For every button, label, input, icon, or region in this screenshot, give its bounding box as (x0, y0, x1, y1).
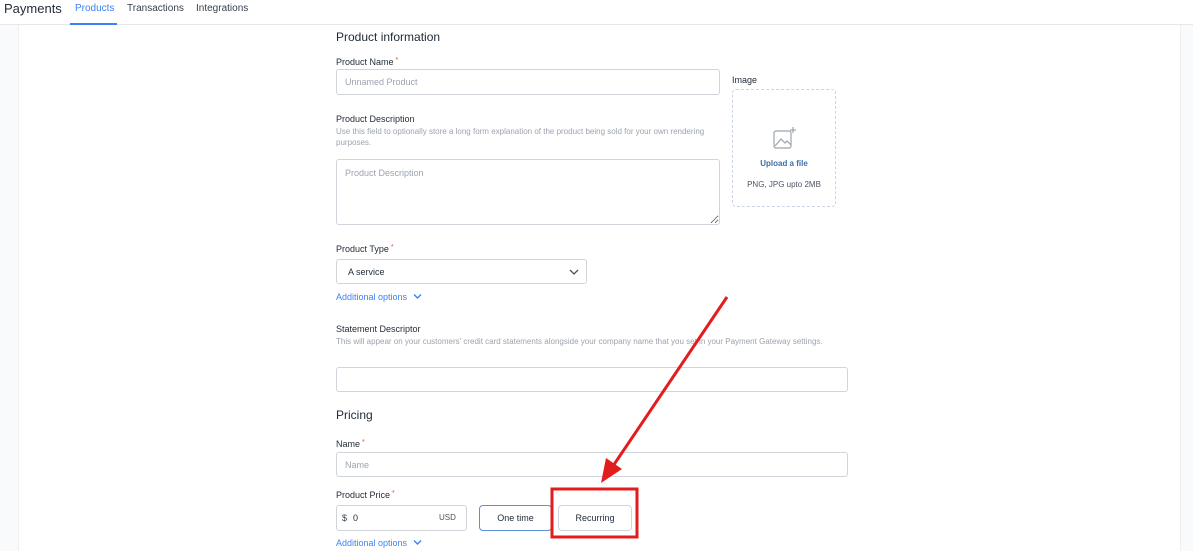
statement-descriptor-input[interactable] (336, 367, 848, 392)
image-label: Image (732, 75, 758, 85)
product-price-input[interactable]: $ 0 USD (336, 505, 467, 531)
chevron-down-icon (413, 294, 422, 299)
product-price-label: Product Price * (336, 490, 395, 500)
product-description-textarea[interactable] (336, 159, 720, 225)
tab-transactions[interactable]: Transactions (127, 3, 184, 25)
statement-descriptor-label: Statement Descriptor (336, 324, 421, 334)
statement-descriptor-help: This will appear on your customers' cred… (336, 337, 823, 346)
product-type-value: A service (348, 267, 385, 277)
additional-options-link[interactable]: Additional options (336, 292, 422, 302)
top-nav: Payments Products Transactions Integrati… (0, 0, 1193, 25)
product-description-help: Use this field to optionally store a lon… (336, 127, 705, 147)
tab-integrations[interactable]: Integrations (196, 3, 248, 25)
product-name-input[interactable] (336, 69, 720, 95)
tab-products[interactable]: Products (70, 3, 117, 25)
product-type-select[interactable]: A service (336, 259, 587, 284)
pricing-heading: Pricing (336, 408, 373, 422)
recurring-button[interactable]: Recurring (558, 505, 632, 531)
image-add-icon (773, 127, 796, 149)
product-information-heading: Product information (336, 30, 441, 44)
upload-hint: PNG, JPG upto 2MB (747, 180, 821, 189)
chevron-down-icon (413, 540, 422, 545)
one-time-button[interactable]: One time (479, 505, 552, 531)
price-name-input[interactable] (336, 452, 848, 477)
currency-code: USD (439, 513, 456, 522)
currency-symbol: $ (342, 513, 348, 523)
product-description-label: Product Description (336, 114, 415, 124)
price-name-label: Name * (336, 439, 365, 449)
product-name-label: Product Name * (336, 57, 399, 67)
chevron-down-icon (569, 269, 579, 275)
image-upload-dropzone[interactable]: Upload a file PNG, JPG upto 2MB (732, 89, 836, 207)
upload-file-link[interactable]: Upload a file (733, 159, 835, 168)
pricing-additional-options-link[interactable]: Additional options (336, 538, 422, 548)
price-value: 0 (353, 513, 359, 523)
product-type-label: Product Type * (336, 244, 394, 254)
app-title: Payments (4, 1, 62, 16)
